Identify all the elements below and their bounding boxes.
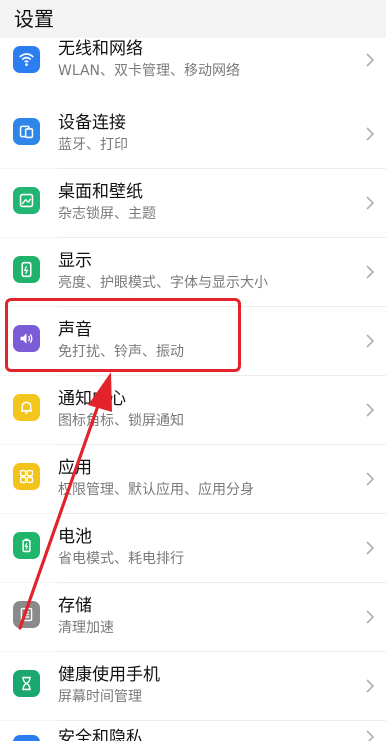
bell-icon	[13, 394, 40, 421]
item-subtitle: 权限管理、默认应用、应用分身	[58, 482, 254, 498]
chevron-right-icon	[366, 265, 375, 279]
item-label: 无线和网络	[58, 39, 143, 59]
settings-item-storage[interactable]: 存储 清理加速	[0, 583, 386, 651]
item-subtitle: 屏幕时间管理	[58, 689, 142, 705]
chevron-right-icon	[366, 53, 375, 67]
settings-item-device-connection[interactable]: 设备连接 蓝牙、打印	[0, 100, 386, 168]
item-subtitle: 图标角标、锁屏通知	[58, 413, 184, 429]
item-subtitle: WLAN、双卡管理、移动网络	[58, 63, 241, 79]
settings-item-apps[interactable]: 应用 权限管理、默认应用、应用分身	[0, 445, 386, 513]
storage-icon	[13, 601, 40, 628]
item-label: 安全和隐私	[58, 728, 143, 741]
item-subtitle: 清理加速	[58, 620, 114, 636]
settings-item-digital-balance[interactable]: 健康使用手机 屏幕时间管理	[0, 652, 386, 720]
chevron-right-icon	[366, 541, 375, 555]
item-label: 显示	[58, 251, 92, 271]
settings-item-notification-center[interactable]: 通知中心 图标角标、锁屏通知	[0, 376, 386, 444]
device-connect-icon	[13, 118, 40, 145]
settings-item-display[interactable]: 显示 亮度、护眼模式、字体与显示大小	[0, 238, 386, 306]
item-label: 应用	[58, 458, 92, 478]
display-icon	[13, 256, 40, 283]
item-label: 设备连接	[58, 113, 126, 133]
settings-item-security-privacy[interactable]: 安全和隐私	[0, 721, 386, 741]
shield-icon	[13, 735, 40, 741]
chevron-right-icon	[366, 403, 375, 417]
apps-icon	[13, 463, 40, 490]
item-label: 通知中心	[58, 389, 126, 409]
item-label: 电池	[58, 527, 92, 547]
chevron-right-icon	[366, 196, 375, 210]
item-subtitle: 亮度、护眼模式、字体与显示大小	[58, 275, 268, 291]
chevron-right-icon	[366, 730, 375, 741]
item-label: 健康使用手机	[58, 665, 160, 685]
item-subtitle: 省电模式、耗电排行	[58, 551, 184, 567]
wifi-icon	[13, 46, 40, 73]
settings-item-desktop-wallpaper[interactable]: 桌面和壁纸 杂志锁屏、主题	[0, 169, 386, 237]
chevron-right-icon	[366, 334, 375, 348]
settings-header: 设置	[0, 0, 386, 38]
wallpaper-icon	[13, 187, 40, 214]
chevron-right-icon	[366, 679, 375, 693]
page-title: 设置	[14, 7, 54, 31]
item-label: 存储	[58, 596, 92, 616]
hourglass-icon	[13, 670, 40, 697]
item-label: 桌面和壁纸	[58, 182, 143, 202]
item-subtitle: 蓝牙、打印	[58, 137, 128, 153]
chevron-right-icon	[366, 127, 375, 141]
highlight-box	[5, 298, 241, 372]
chevron-right-icon	[366, 610, 375, 624]
battery-icon	[13, 532, 40, 559]
item-subtitle: 杂志锁屏、主题	[58, 206, 156, 222]
settings-item-battery[interactable]: 电池 省电模式、耗电排行	[0, 514, 386, 582]
settings-item-wireless-network[interactable]: 无线和网络 WLAN、双卡管理、移动网络	[0, 32, 386, 100]
chevron-right-icon	[366, 472, 375, 486]
